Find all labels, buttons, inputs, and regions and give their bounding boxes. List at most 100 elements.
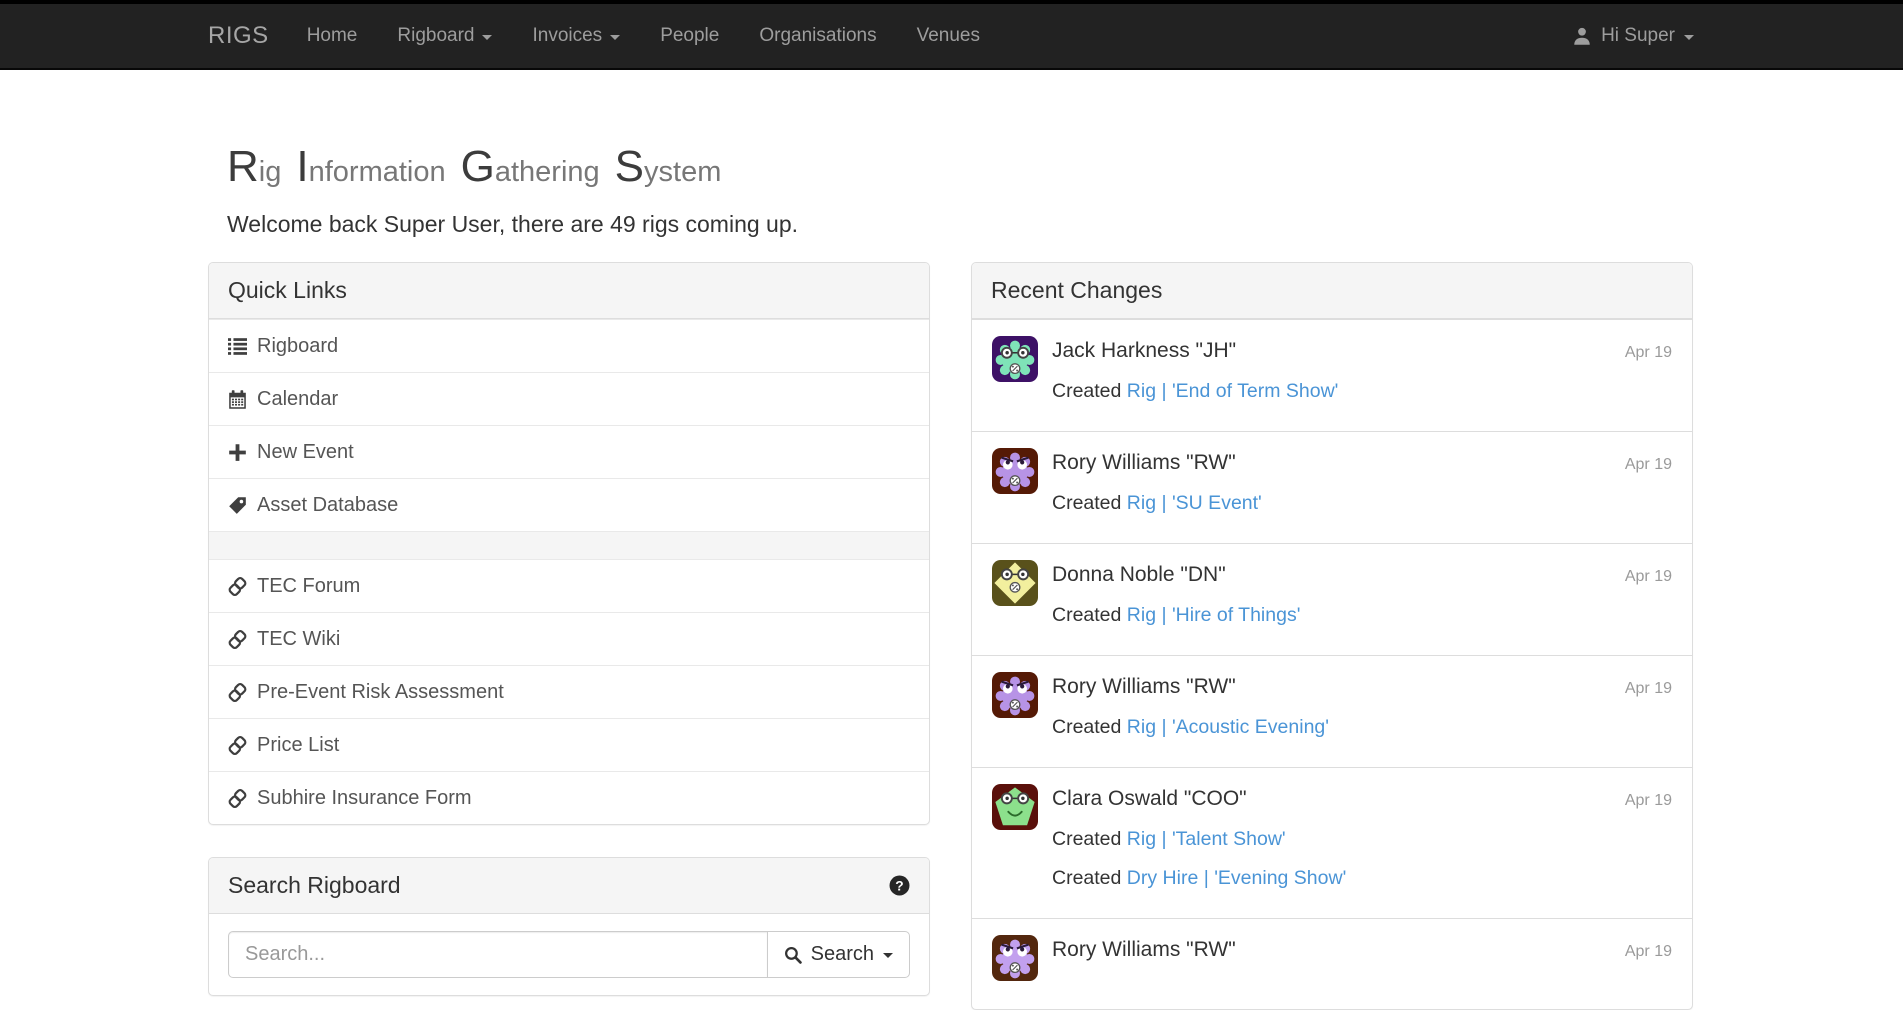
recent-change-entry: Donna Noble "DN" Apr 19 Created Rig | 'H… (972, 543, 1692, 655)
entry-date: Apr 19 (1625, 792, 1672, 810)
navbar-item[interactable]: People (640, 4, 739, 68)
title-word-initial: I (296, 142, 308, 191)
navbar-item-label: Organisations (759, 25, 876, 47)
navbar-item[interactable]: Venues (897, 4, 1000, 68)
entry-body: Rory Williams "RW" Apr 19 Created Rig | … (1052, 672, 1672, 739)
entry-action: Created Rig | 'Hire of Things' (1052, 604, 1672, 627)
quick-link-item[interactable]: Subhire Insurance Form (209, 771, 929, 824)
action-link[interactable]: Rig | 'Talent Show' (1127, 828, 1286, 850)
user-avatar (992, 448, 1038, 494)
question-circle-icon[interactable]: ? (889, 875, 910, 896)
entry-actions: Created Rig | 'End of Term Show' (1052, 380, 1672, 403)
navbar-item[interactable]: Home (287, 4, 378, 68)
user-menu[interactable]: Hi Super (1572, 25, 1694, 47)
action-link[interactable]: Rig | 'End of Term Show' (1127, 380, 1339, 402)
entry-user-name: Donna Noble "DN" (1052, 562, 1226, 588)
action-link[interactable]: Rig | 'Hire of Things' (1127, 604, 1301, 626)
entry-actions: Created Rig | 'Hire of Things' (1052, 604, 1672, 627)
page-content: RigInformationGatheringSystem Welcome ba… (208, 144, 1694, 1010)
search-input[interactable] (228, 931, 768, 978)
search-rigboard-panel: Search Rigboard ? Search (208, 857, 930, 996)
title-word: Information (296, 152, 445, 188)
title-word-rest: ig (259, 156, 282, 188)
action-verb: Created (1052, 492, 1121, 514)
action-verb: Created (1052, 716, 1121, 738)
quick-links-list: Rigboard Calendar New Event Asset Databa… (209, 319, 929, 824)
navbar-item[interactable]: Rigboard (377, 4, 512, 68)
entry-user-name: Rory Williams "RW" (1052, 937, 1236, 963)
title-word-rest: nformation (309, 156, 446, 188)
caret-down-icon (482, 35, 492, 40)
search-button[interactable]: Search (767, 931, 910, 978)
entry-user-name: Clara Oswald "COO" (1052, 786, 1247, 812)
entry-header: Jack Harkness "JH" Apr 19 (1052, 338, 1672, 364)
entry-action: Created Rig | 'Talent Show' (1052, 828, 1672, 851)
entry-body: Rory Williams "RW" Apr 19 (1052, 935, 1672, 981)
user-avatar (992, 560, 1038, 606)
quick-link-label: Asset Database (257, 493, 398, 517)
plus-icon (228, 443, 247, 462)
quick-link-item[interactable]: Asset Database (209, 478, 929, 531)
brand-logo[interactable]: RIGS (208, 22, 269, 50)
navbar-menu: Home Rigboard Invoices People Organisati… (287, 4, 1000, 68)
search-panel-title: Search Rigboard (228, 872, 401, 899)
user-avatar (992, 935, 1038, 981)
entry-body: Jack Harkness "JH" Apr 19 Created Rig | … (1052, 336, 1672, 403)
search-panel-body: Search (209, 914, 929, 995)
entry-actions: Created Rig | 'Talent Show' Created Dry … (1052, 828, 1672, 890)
action-link[interactable]: Rig | 'Acoustic Evening' (1127, 716, 1329, 738)
entry-header: Rory Williams "RW" Apr 19 (1052, 937, 1672, 963)
recent-change-entry: Rory Williams "RW" Apr 19 (972, 918, 1692, 1009)
quick-links-header: Quick Links (209, 263, 929, 319)
entry-user-name: Rory Williams "RW" (1052, 674, 1236, 700)
action-verb: Created (1052, 867, 1121, 889)
entry-actions: Created Rig | 'Acoustic Evening' (1052, 716, 1672, 739)
quick-link-label: Price List (257, 733, 339, 757)
left-column: Quick Links Rigboard Calendar New Event (208, 262, 930, 996)
quick-link-item[interactable]: TEC Wiki (209, 612, 929, 665)
title-word-initial: R (227, 142, 259, 191)
action-link[interactable]: Dry Hire | 'Evening Show' (1127, 867, 1347, 889)
entry-date: Apr 19 (1625, 568, 1672, 586)
entry-action: Created Rig | 'End of Term Show' (1052, 380, 1672, 403)
action-link[interactable]: Rig | 'SU Event' (1127, 492, 1262, 514)
link-icon (228, 577, 247, 596)
rigboard-search-group: Search (228, 931, 910, 978)
quick-links-title: Quick Links (228, 277, 347, 304)
entry-date: Apr 19 (1625, 344, 1672, 362)
entry-body: Donna Noble "DN" Apr 19 Created Rig | 'H… (1052, 560, 1672, 627)
link-icon (228, 683, 247, 702)
entry-user-name: Rory Williams "RW" (1052, 450, 1236, 476)
navbar-item[interactable]: Invoices (512, 4, 640, 68)
quick-link-item (209, 531, 929, 559)
navbar-item-label: Invoices (532, 25, 602, 47)
right-column: Recent Changes Jack Harkness "JH" Apr 19 (971, 262, 1693, 1010)
quick-link-item[interactable]: Price List (209, 718, 929, 771)
title-word: Gathering (461, 152, 600, 188)
tag-icon (228, 496, 247, 515)
caret-down-icon (610, 35, 620, 40)
recent-change-entry: Rory Williams "RW" Apr 19 Created Rig | … (972, 655, 1692, 767)
quick-link-item[interactable]: Pre-Event Risk Assessment (209, 665, 929, 718)
quick-link-item[interactable]: New Event (209, 425, 929, 478)
entry-body: Rory Williams "RW" Apr 19 Created Rig | … (1052, 448, 1672, 515)
navbar-item[interactable]: Organisations (739, 4, 896, 68)
entry-header: Rory Williams "RW" Apr 19 (1052, 450, 1672, 476)
navbar-item-label: Home (307, 25, 358, 47)
navbar-item-label: Rigboard (397, 25, 474, 47)
quick-link-label: Rigboard (257, 334, 338, 358)
quick-link-item[interactable]: Rigboard (209, 319, 929, 372)
recent-changes-header: Recent Changes (972, 263, 1692, 319)
link-icon (228, 736, 247, 755)
quick-link-item[interactable]: TEC Forum (209, 559, 929, 612)
action-verb: Created (1052, 828, 1121, 850)
recent-changes-list: Jack Harkness "JH" Apr 19 Created Rig | … (972, 319, 1692, 1009)
entry-header: Clara Oswald "COO" Apr 19 (1052, 786, 1672, 812)
caret-down-icon (1684, 35, 1694, 40)
calendar-icon (228, 390, 247, 409)
quick-links-panel: Quick Links Rigboard Calendar New Event (208, 262, 930, 825)
quick-link-item[interactable]: Calendar (209, 372, 929, 425)
entry-action: Created Rig | 'Acoustic Evening' (1052, 716, 1672, 739)
search-button-label: Search (811, 943, 874, 966)
entry-action: Created Rig | 'SU Event' (1052, 492, 1672, 515)
